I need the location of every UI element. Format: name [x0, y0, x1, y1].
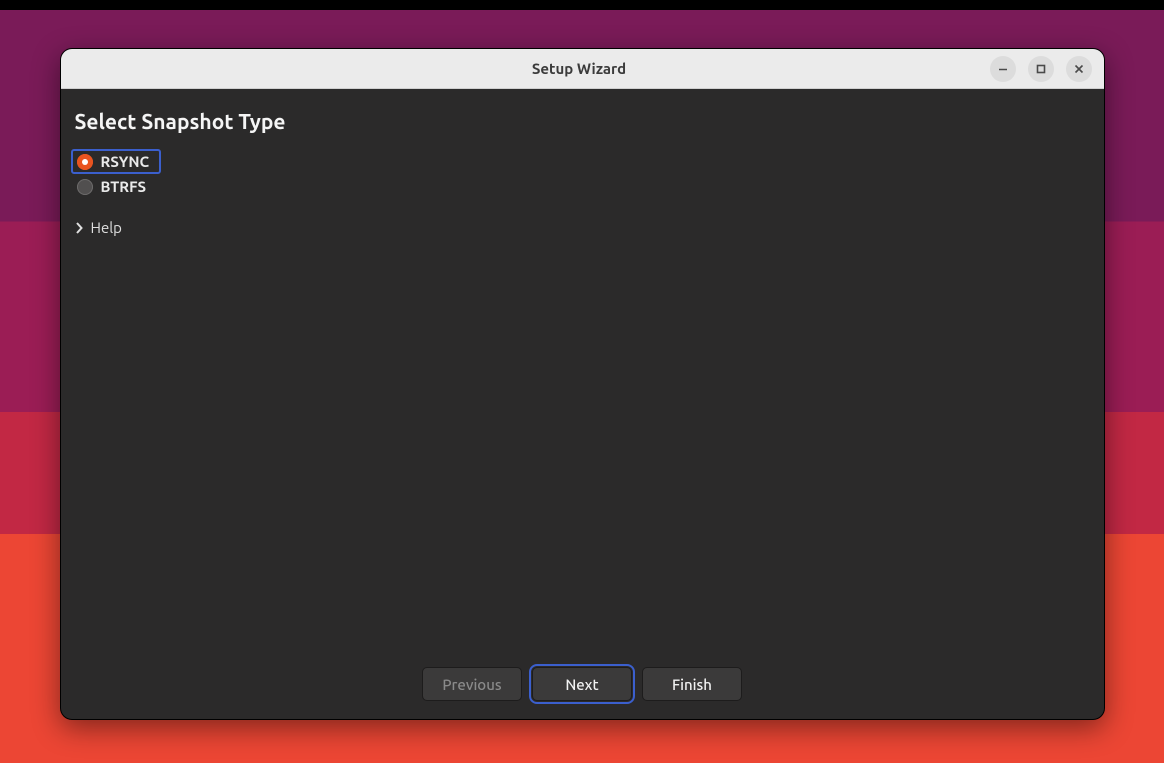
radio-icon	[77, 179, 93, 195]
close-icon	[1074, 60, 1084, 78]
radio-label: BTRFS	[101, 178, 147, 195]
page-title: Select Snapshot Type	[61, 103, 1104, 147]
chevron-right-icon	[75, 222, 85, 234]
button-label: Previous	[442, 676, 501, 693]
snapshot-type-group: RSYNC BTRFS	[61, 147, 1104, 201]
button-label: Next	[565, 676, 598, 693]
spacer	[61, 236, 1104, 661]
window-controls	[990, 56, 1096, 82]
radio-option-btrfs[interactable]: BTRFS	[71, 174, 161, 199]
help-expander[interactable]: Help	[61, 201, 136, 236]
maximize-icon	[1036, 60, 1046, 78]
minimize-button[interactable]	[990, 56, 1016, 82]
client-area: Select Snapshot Type RSYNC BTRFS Help	[61, 89, 1104, 719]
window-title: Setup Wizard	[169, 60, 990, 77]
maximize-button[interactable]	[1028, 56, 1054, 82]
next-button[interactable]: Next	[532, 667, 632, 701]
finish-button[interactable]: Finish	[642, 667, 742, 701]
desktop-wallpaper: Setup Wizard	[0, 0, 1164, 763]
titlebar[interactable]: Setup Wizard	[61, 49, 1104, 89]
close-button[interactable]	[1066, 56, 1092, 82]
radio-label: RSYNC	[101, 153, 150, 170]
previous-button[interactable]: Previous	[422, 667, 522, 701]
button-label: Finish	[672, 676, 712, 693]
radio-option-rsync[interactable]: RSYNC	[71, 149, 161, 174]
wizard-action-bar: Previous Next Finish	[61, 661, 1104, 707]
minimize-icon	[998, 60, 1008, 78]
setup-wizard-window: Setup Wizard	[60, 48, 1105, 720]
radio-icon	[77, 154, 93, 170]
help-label: Help	[91, 219, 122, 236]
